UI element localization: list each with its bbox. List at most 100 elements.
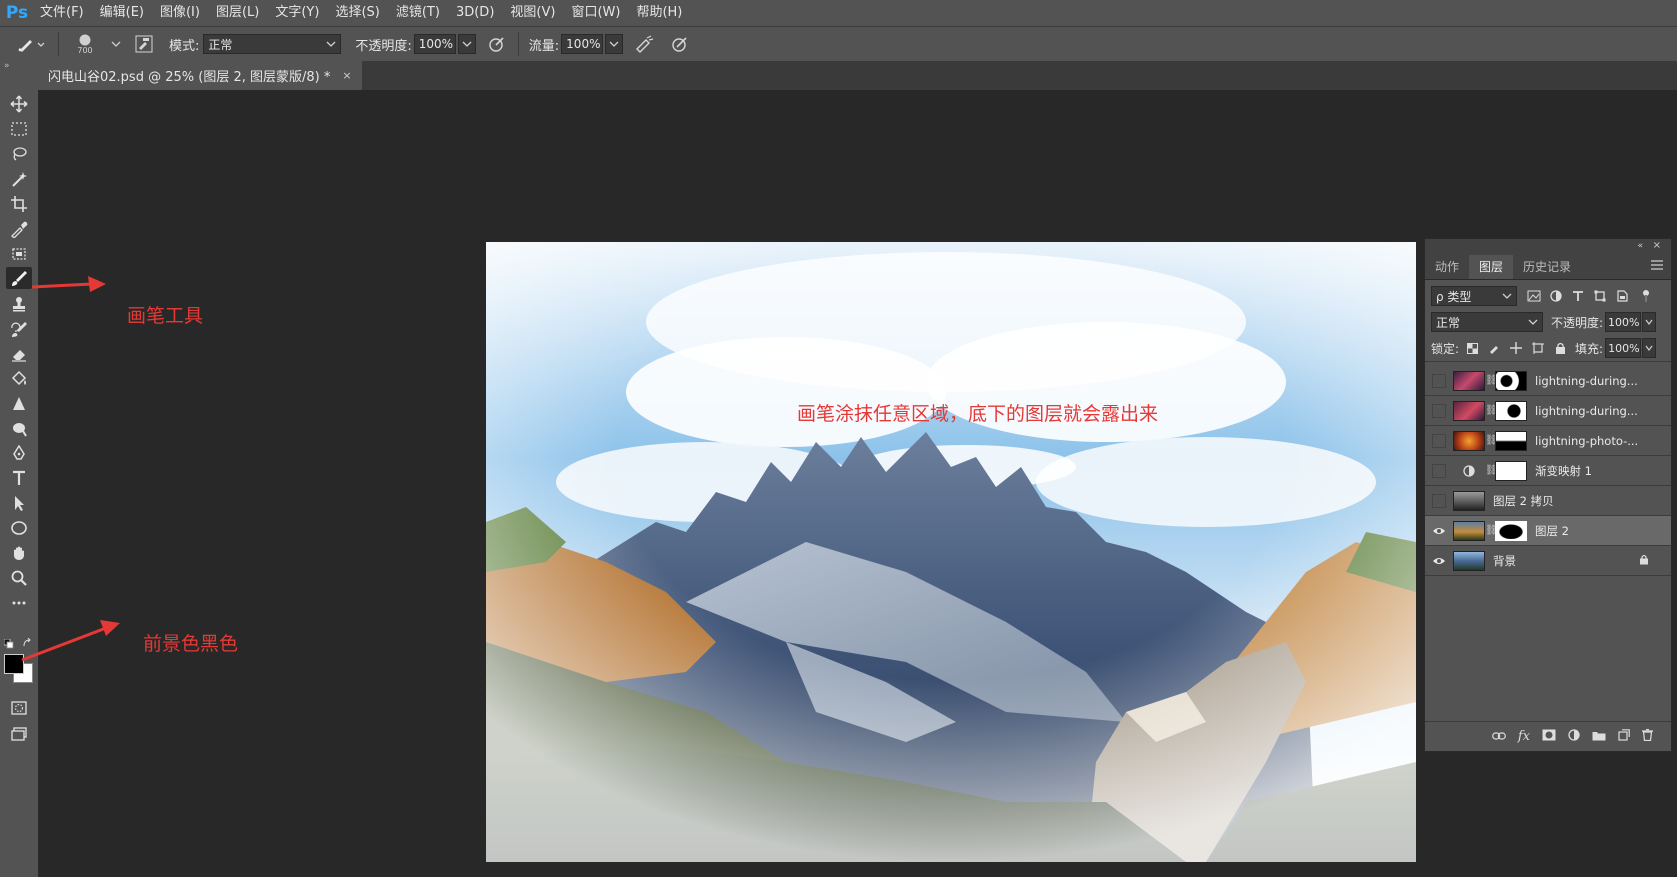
layer-opacity-slider-toggle[interactable] [1642,312,1657,332]
visibility-toggle[interactable] [1425,456,1453,485]
mask-link-icon[interactable]: ⛓ [1485,525,1498,536]
blend-mode-dropdown[interactable]: 正常 [1431,312,1543,332]
panel-menu-icon[interactable] [1651,259,1663,273]
fx-icon[interactable]: fx [1518,729,1530,744]
blur-tool-icon[interactable] [6,393,32,415]
zoom-tool-icon[interactable] [6,567,32,589]
layer-mask-thumbnail[interactable] [1495,520,1527,541]
tab-layers[interactable]: 图层 [1469,255,1514,279]
type-filter-icon[interactable] [1567,287,1589,305]
swap-colors-icon[interactable] [22,637,32,647]
foreground-color-swatch[interactable] [4,654,24,674]
pixel-filter-icon[interactable] [1523,287,1545,305]
mode-dropdown[interactable]: 正常 [203,34,342,54]
visibility-toggle[interactable] [1425,486,1453,515]
lock-position-icon[interactable] [1505,339,1527,357]
layer-row[interactable]: ⛓ lightning-photo-... [1425,426,1671,456]
crop-tool-icon[interactable] [6,193,32,215]
dodge-tool-icon[interactable] [6,418,32,440]
tool-preset-picker[interactable] [14,33,48,55]
trash-icon[interactable] [1642,728,1653,744]
airbrush-icon[interactable] [633,33,655,55]
layer-row[interactable]: 背景 [1425,546,1671,576]
canvas-image[interactable] [486,242,1416,862]
eye-icon[interactable] [1425,546,1453,575]
history-brush-tool-icon[interactable] [6,318,32,340]
mask-link-icon[interactable]: ⛓ [1485,375,1498,386]
flow-input[interactable]: 100% [561,34,604,54]
opacity-slider-toggle[interactable] [457,34,476,54]
lock-all-icon[interactable] [1549,339,1571,357]
path-select-tool-icon[interactable] [6,492,32,514]
hand-tool-icon[interactable] [6,542,32,564]
stamp-tool-icon[interactable] [6,293,32,315]
collapse-chevrons-icon[interactable]: » [4,61,34,71]
quick-mask-icon[interactable] [6,697,32,719]
lasso-tool-icon[interactable] [6,143,32,165]
menu-image[interactable]: 图像(I) [152,0,208,26]
pressure-opacity-icon[interactable] [486,33,508,55]
fill-input[interactable]: 100% [1605,338,1642,358]
ellipse-tool-icon[interactable] [6,517,32,539]
shape-filter-icon[interactable] [1589,287,1611,305]
layer-opacity-input[interactable]: 100% [1605,312,1642,332]
lock-transparent-icon[interactable] [1461,339,1483,357]
new-layer-icon[interactable] [1618,729,1630,744]
layer-filter-dropdown[interactable]: ρ 类型 [1431,286,1517,306]
pressure-size-icon[interactable] [669,33,691,55]
paint-bucket-tool-icon[interactable] [6,368,32,390]
smart-object-filter-icon[interactable] [1611,287,1633,305]
frame-tool-icon[interactable] [6,243,32,265]
mask-link-icon[interactable]: ⛓ [1485,405,1498,416]
flow-slider-toggle[interactable] [605,34,624,54]
menu-edit[interactable]: 编辑(E) [92,0,152,26]
pen-tool-icon[interactable] [6,443,32,465]
folder-icon[interactable] [1592,730,1606,744]
menu-window[interactable]: 窗口(W) [563,0,628,26]
layer-row[interactable]: ⛓ lightning-during... [1425,396,1671,426]
menu-select[interactable]: 选择(S) [327,0,387,26]
visibility-toggle[interactable] [1425,426,1453,455]
menu-layer[interactable]: 图层(L) [208,0,267,26]
collapse-panel-icon[interactable]: « [1637,239,1643,253]
mask-icon[interactable] [1542,729,1556,744]
layer-mask-thumbnail[interactable] [1495,400,1527,421]
layer-row-selected[interactable]: ⛓ 图层 2 [1425,516,1671,546]
brush-panel-toggle-icon[interactable] [133,33,155,55]
chevron-down-icon[interactable] [105,33,127,55]
marquee-tool-icon[interactable] [6,118,32,140]
layer-mask-thumbnail[interactable] [1495,460,1527,481]
layer-mask-thumbnail[interactable] [1495,370,1527,391]
menu-3d[interactable]: 3D(D) [448,0,502,26]
move-tool-icon[interactable] [6,93,32,115]
tab-actions[interactable]: 动作 [1425,255,1469,279]
eye-icon[interactable] [1425,516,1453,545]
mask-link-icon[interactable]: ⛓ [1485,435,1498,446]
filter-toggle-icon[interactable] [1635,287,1657,305]
screen-mode-icon[interactable] [6,723,32,745]
mask-link-icon[interactable]: ⛓ [1485,465,1498,476]
close-panel-icon[interactable]: × [1653,239,1661,253]
eraser-tool-icon[interactable] [6,343,32,365]
eyedropper-tool-icon[interactable] [6,218,32,240]
quick-select-tool-icon[interactable] [6,168,32,190]
lock-artboard-icon[interactable] [1527,339,1549,357]
layer-mask-thumbnail[interactable] [1495,430,1527,451]
layer-row[interactable]: 图层 2 拷贝 [1425,486,1671,516]
visibility-toggle[interactable] [1425,396,1453,425]
visibility-toggle[interactable] [1425,366,1453,395]
default-colors-icon[interactable] [3,638,14,649]
link-icon[interactable] [1491,730,1506,744]
menu-view[interactable]: 视图(V) [502,0,563,26]
more-tools-icon[interactable] [6,592,32,614]
type-tool-icon[interactable] [6,467,32,489]
document-tab[interactable]: 闪电山谷02.psd @ 25% (图层 2, 图层蒙版/8) * × [38,61,362,90]
menu-help[interactable]: 帮助(H) [628,0,690,26]
menu-filter[interactable]: 滤镜(T) [388,0,448,26]
close-icon[interactable]: × [342,69,351,82]
brush-tool-icon[interactable] [6,267,32,289]
adjustment-filter-icon[interactable] [1545,287,1567,305]
layer-row[interactable]: ⛓ lightning-during... [1425,366,1671,396]
adjustment-icon[interactable] [1568,729,1580,744]
tab-history[interactable]: 历史记录 [1513,255,1581,279]
